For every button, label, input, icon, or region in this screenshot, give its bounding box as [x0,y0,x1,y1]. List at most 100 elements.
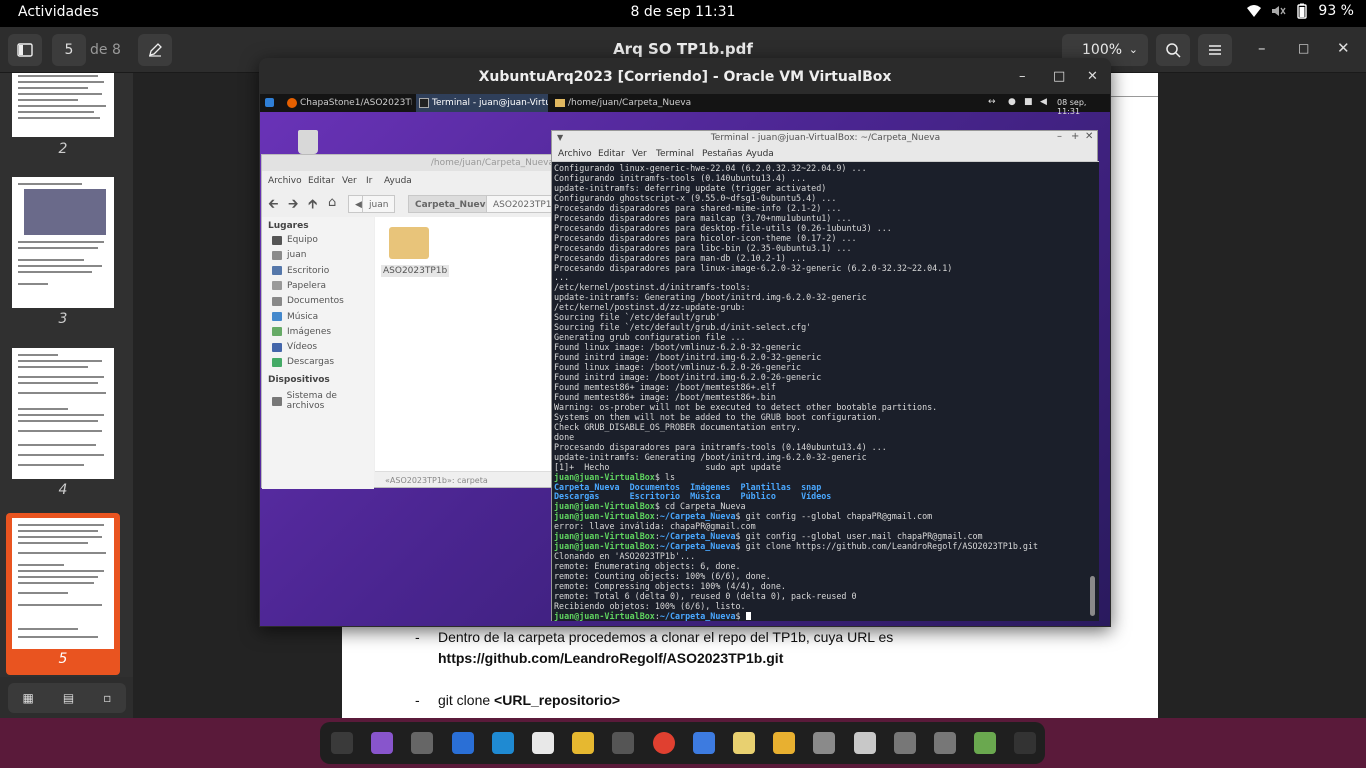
terminal-output[interactable]: Configurando linux-generic-hwe-22.04 (6.… [552,162,1099,621]
forward-icon[interactable]: 🡲 [288,195,299,217]
crumb-carpeta-nueva[interactable]: Carpeta_Nueva [408,195,499,213]
device-item[interactable]: Sistema de archivos [272,391,374,411]
place-item[interactable]: Documentos [272,296,344,306]
trash-desktop-icon[interactable] [298,130,318,154]
page-thumbnail-3[interactable] [12,177,114,308]
trash-icon[interactable] [974,732,997,754]
file-view[interactable]: ASO2023TP1b [375,217,561,471]
git-clone-text: git clone [438,692,495,708]
whisker-menu-icon[interactable] [265,98,274,107]
close-icon[interactable]: ✕ [1087,69,1098,84]
file-manager-window[interactable]: /home/juan/Carpeta_Nueva Archivo Editar … [261,154,565,489]
menu-button[interactable] [1198,34,1232,66]
sidebar-mode-switcher[interactable]: ▦ ▤ ▫ [8,683,126,713]
firefox-icon [287,98,297,108]
place-item[interactable]: Equipo [272,235,318,245]
writer-icon[interactable] [451,732,474,754]
clock[interactable]: 8 de sep 11:31 [0,4,1366,20]
place-icon [272,357,282,367]
minimize-icon[interactable]: – [1019,69,1026,84]
crumb-juan[interactable]: juan [362,195,396,213]
terminal-icon[interactable] [331,732,353,754]
folder-icon[interactable] [389,227,429,259]
taskbar-item-terminal[interactable]: Terminal - juan@juan-Virtual... [416,94,548,112]
vm-icon[interactable] [411,732,434,754]
apps-grid-icon[interactable] [1014,732,1037,754]
thumbnail-label: 4 [58,482,68,498]
up-icon[interactable]: 🡱 [308,195,317,217]
menu-terminal[interactable]: Terminal [656,149,694,159]
place-item[interactable]: Imágenes [272,327,331,337]
menu-archivo[interactable]: Archivo [268,176,302,186]
search-button[interactable] [1156,34,1190,66]
battery-icon [1297,3,1308,19]
terminal-scrollbar[interactable] [1090,576,1095,616]
home-icon[interactable]: ⌂ [328,195,336,210]
volume-icon[interactable]: ◀ [1040,97,1047,107]
terminal-prompt-line[interactable]: juan@juan-VirtualBox:~/Carpeta_Nueva$ [554,611,1099,621]
place-label: Equipo [287,235,318,245]
vscode-icon[interactable] [491,732,514,754]
maximize-icon[interactable]: □ [1298,41,1309,55]
notification-icon[interactable]: ● [1008,97,1016,107]
menu-editar[interactable]: Editar [598,149,625,159]
print-icon[interactable] [853,732,876,754]
ssd-icon[interactable] [893,732,916,754]
paint-icon[interactable] [773,732,796,754]
files-icon[interactable] [813,732,836,754]
menu-pestanas[interactable]: Pestañas [702,149,742,159]
grid-view-icon[interactable]: ▦ [23,691,34,705]
terminal-window[interactable]: Terminal - juan@juan-VirtualBox: ~/Carpe… [551,130,1099,621]
word-icon[interactable] [532,732,554,754]
lock-icon[interactable]: ■ [1024,97,1033,107]
page-thumbnail-4[interactable] [12,348,114,479]
place-item[interactable]: Vídeos [272,342,317,352]
network-icon[interactable]: ↔ [988,97,996,107]
close-icon[interactable]: ✕ [1085,131,1093,142]
guest-panel: ChapaStone1/ASO2023TP1... Terminal - jua… [260,94,1110,116]
virtualbox-window[interactable]: XubuntuArq2023 [Corriendo] - Oracle VM V… [259,58,1111,627]
menu-ayuda[interactable]: Ayuda [746,149,774,159]
annotations-icon[interactable]: ▤ [63,691,74,705]
guest-desktop[interactable]: ChapaStone1/ASO2023TP1... Terminal - jua… [260,94,1110,626]
menu-ir[interactable]: Ir [366,176,372,186]
minimize-icon[interactable]: – [1258,39,1266,57]
repo-url: https://github.com/LeandroRegolf/ASO2023… [438,650,784,666]
place-label: Papelera [287,280,327,291]
minimize-icon[interactable]: – [1057,131,1062,142]
ssd2-icon[interactable] [934,732,956,754]
taskbar-item-files[interactable]: /home/juan/Carpeta_Nueva [552,94,692,112]
menu-ayuda[interactable]: Ayuda [384,176,412,186]
terminal-menu-icon[interactable]: ▼ [557,133,563,142]
chrome-icon[interactable] [652,732,675,754]
guest-clock[interactable]: 08 sep, 11:31 [1057,98,1110,116]
place-item[interactable]: Descargas [272,357,334,367]
menu-editar[interactable]: Editar [308,176,335,186]
bullet-marker: - [415,692,420,708]
page-thumbnail-5[interactable] [12,518,114,649]
maximize-icon[interactable]: + [1071,131,1079,142]
menu-ver[interactable]: Ver [632,149,647,159]
game-icon[interactable] [572,732,595,754]
place-item[interactable]: Papelera [272,281,326,291]
system-tray[interactable]: 93 % [1246,3,1354,19]
docs-icon[interactable] [692,732,715,754]
search-icon [1166,43,1181,58]
book-icon[interactable]: ▫ [103,691,111,705]
place-item[interactable]: Escritorio [272,266,329,276]
tool-icon[interactable] [612,732,635,754]
place-item[interactable]: Música [272,312,318,322]
archive-icon[interactable] [733,732,755,754]
close-icon[interactable]: ✕ [1337,39,1350,57]
thumbnail-sidebar[interactable]: 2 3 4 5 [0,73,133,718]
software-icon[interactable] [371,732,394,754]
maximize-icon[interactable]: □ [1053,69,1065,84]
taskbar-item-firefox[interactable]: ChapaStone1/ASO2023TP1... [284,94,412,112]
menu-ver[interactable]: Ver [342,176,357,186]
page-thumbnail-2[interactable] [12,73,114,137]
back-icon[interactable]: 🡰 [268,195,279,217]
folder-label[interactable]: ASO2023TP1b [381,265,450,277]
place-item[interactable]: juan [272,250,306,260]
menu-archivo[interactable]: Archivo [558,149,592,159]
zoom-value: 100% [1082,42,1123,58]
